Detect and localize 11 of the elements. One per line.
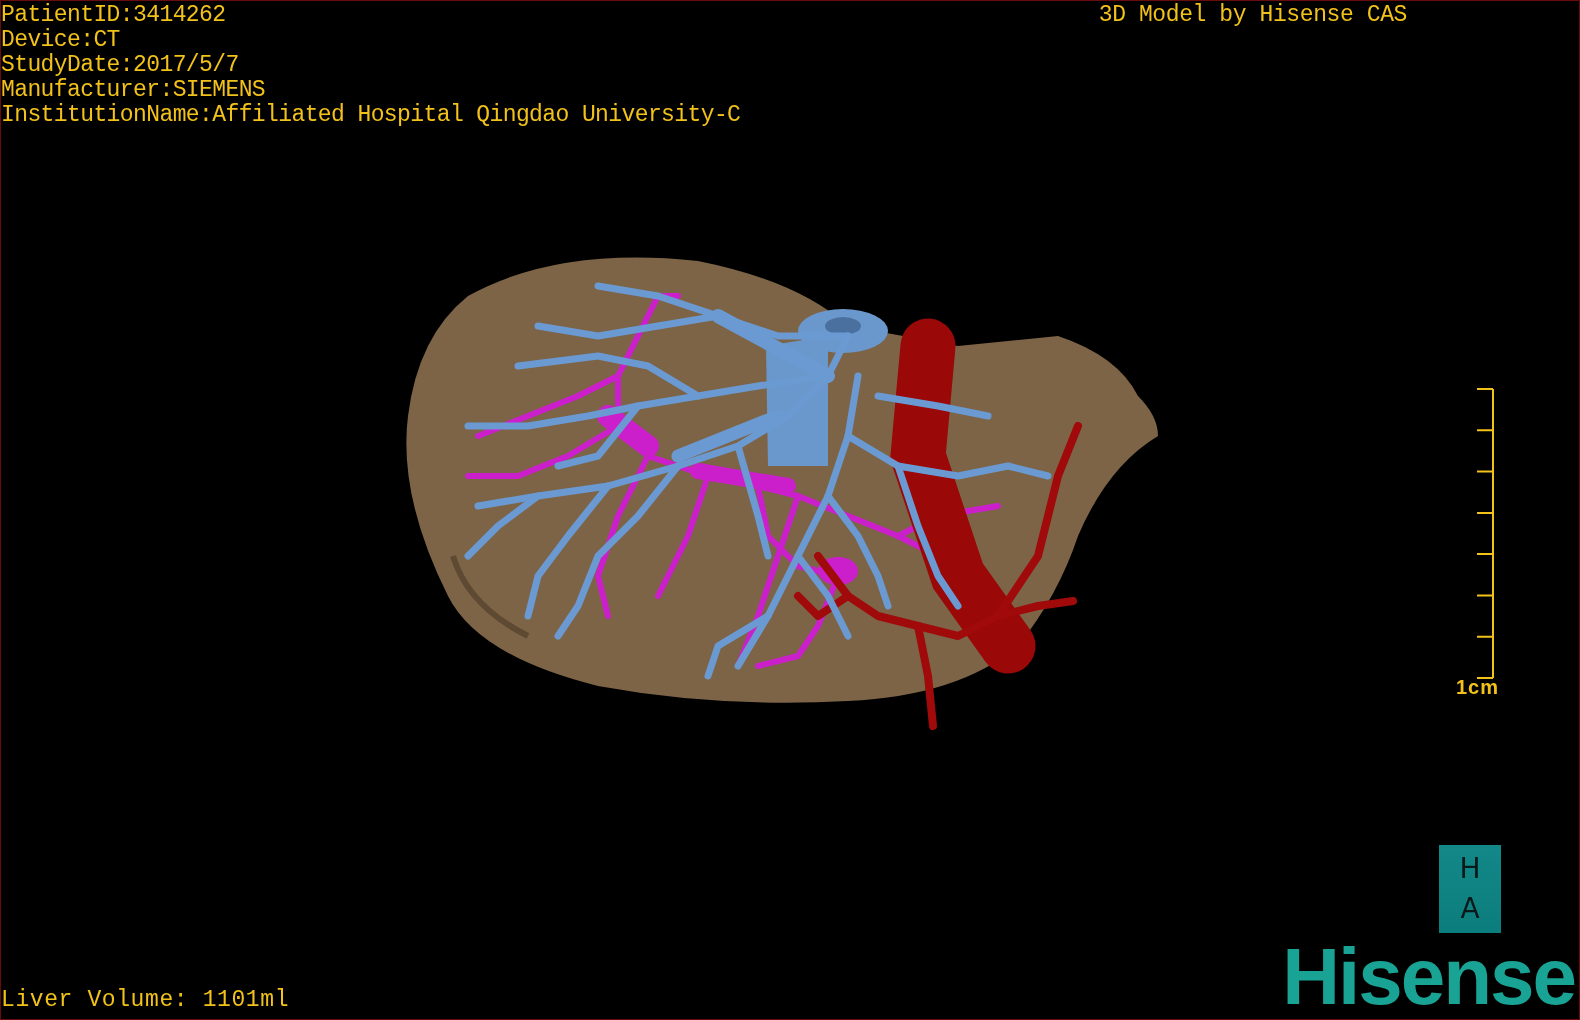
info-line: Manufacturer:SIEMENS bbox=[1, 78, 267, 103]
orientation-letter: H bbox=[1459, 855, 1481, 883]
liver-volume-readout: Liver Volume: 1101ml bbox=[1, 988, 290, 1013]
info-line: PatientID:3414262 bbox=[1, 3, 227, 28]
info-line: StudyDate:2017/5/7 bbox=[1, 53, 240, 78]
info-line: Device:CT bbox=[1, 28, 121, 53]
view-title: 3D Model by Hisense CAS bbox=[1098, 3, 1407, 28]
scale-label: 1cm bbox=[1455, 676, 1499, 699]
info-line: InstitutionName:Affiliated Hospital Qingdao University-C bbox=[1, 103, 741, 128]
orientation-letter: A bbox=[1460, 895, 1480, 923]
brand-logo: Hisense bbox=[1282, 939, 1575, 1015]
